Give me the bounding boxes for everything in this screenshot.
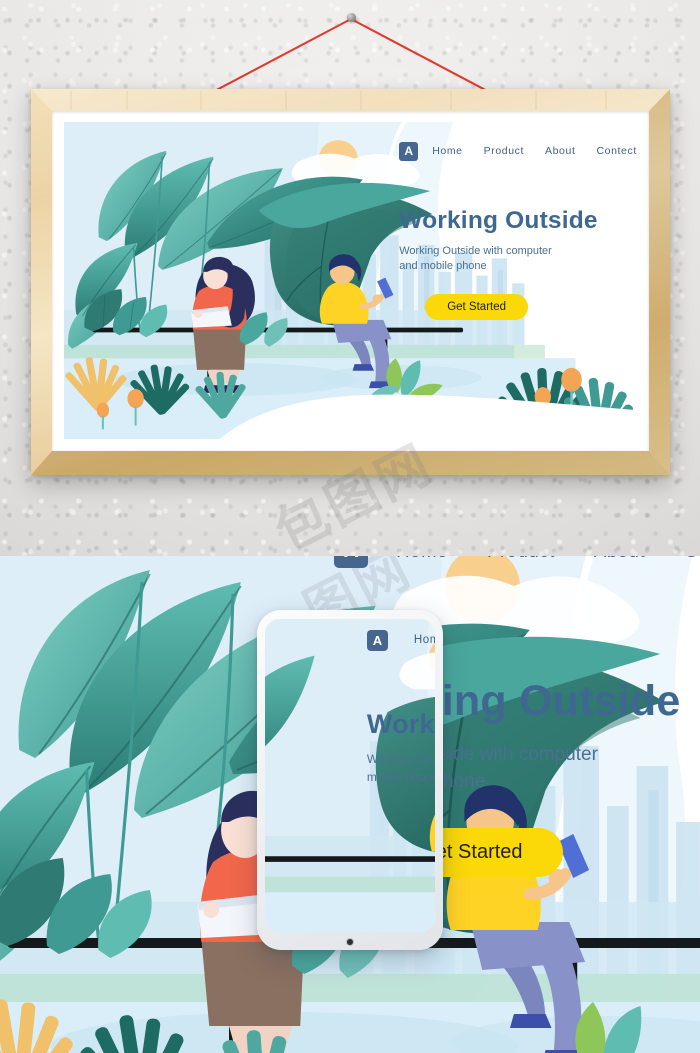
hero-subtitle-line2: and mobile phone bbox=[399, 260, 487, 273]
logo-letter-phone: A bbox=[372, 632, 383, 648]
landing-page-canvas-phone: A Home Working Outside Working Outside w… bbox=[265, 619, 435, 932]
logo-badge[interactable]: A bbox=[399, 141, 419, 161]
frame-mat: A Home Product About Contect Working Out… bbox=[52, 111, 649, 451]
hero-subtitle-line1-phone: Working Outside with computer bbox=[366, 751, 435, 766]
picture-frame: A Home Product About Contect Working Out… bbox=[31, 89, 670, 475]
wall-section: A Home Product About Contect Working Out… bbox=[0, 0, 700, 556]
logo-letter-zoomed: A bbox=[344, 556, 359, 563]
logo-badge-zoomed[interactable]: A bbox=[334, 556, 369, 568]
navbar-phone: A Home bbox=[366, 629, 435, 651]
nav-item-about[interactable]: About bbox=[545, 145, 575, 157]
nav-item-contect[interactable]: Contect bbox=[596, 145, 636, 157]
hero-block: Working Outside Working Outside with com… bbox=[399, 206, 598, 321]
nav-item-product-zoomed[interactable]: Product bbox=[487, 556, 555, 562]
nav-item-home[interactable]: Home bbox=[432, 145, 462, 157]
logo-badge-phone[interactable]: A bbox=[366, 629, 388, 651]
nail-hook-icon bbox=[347, 13, 356, 22]
nav-item-product[interactable]: Product bbox=[484, 145, 524, 157]
hero-subtitle-line2-phone: mobile phone bbox=[366, 769, 435, 784]
hero-title-phone: Working Outside bbox=[366, 708, 435, 739]
logo-letter: A bbox=[404, 144, 414, 159]
phone-mockup: A Home Working Outside Working Outside w… bbox=[257, 610, 443, 950]
get-started-button[interactable]: Get Started bbox=[425, 294, 529, 321]
navbar-zoomed: A Home Product About Co bbox=[334, 556, 700, 568]
phone-landing-page: A Home Working Outside Working Outside w… bbox=[265, 619, 435, 932]
nav-item-home-phone[interactable]: Home bbox=[414, 634, 435, 646]
poster-artwork: A Home Product About Contect Working Out… bbox=[64, 122, 637, 439]
hero-subtitle-line1: Working Outside with computer bbox=[399, 244, 552, 257]
hero-title: Working Outside bbox=[399, 206, 598, 234]
hero-block-phone: Working Outside Working Outside with com… bbox=[366, 708, 435, 786]
nav-item-home-zoomed[interactable]: Home bbox=[396, 556, 448, 562]
nav-item-contect-zoomed[interactable]: Co bbox=[684, 556, 700, 562]
landing-page-canvas: A Home Product About Contect Working Out… bbox=[64, 122, 637, 439]
phone-screen: A Home Working Outside Working Outside w… bbox=[265, 619, 435, 932]
navbar: A Home Product About Contect bbox=[399, 141, 637, 161]
nav-item-about-zoomed[interactable]: About bbox=[594, 556, 645, 562]
phone-camera-dot bbox=[347, 939, 353, 945]
